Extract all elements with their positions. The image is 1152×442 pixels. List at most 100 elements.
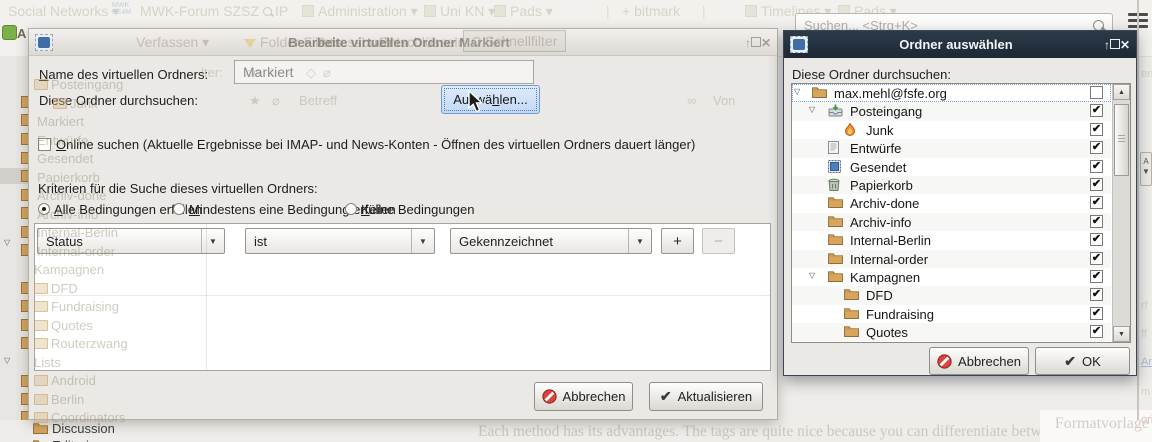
ghost-folder-icon <box>34 375 48 386</box>
checkbox[interactable]: ✔ <box>1090 215 1103 228</box>
choose-folders-button[interactable]: Auswählen... <box>441 85 540 114</box>
radio-any-condition[interactable] <box>173 203 185 215</box>
tree-row[interactable]: ▽Kampagnen✔ <box>792 268 1111 286</box>
chevron-down-icon: ▼ <box>201 229 224 253</box>
bookmark-item[interactable]: MWKPE4M <box>112 2 131 16</box>
edge-text-fragment: An <box>1141 356 1152 368</box>
tree-row[interactable]: Internal-Berlin ✔ <box>792 231 1111 249</box>
tree-row[interactable]: ▽Posteingang✔ <box>792 102 1111 120</box>
update-label: Aktualisieren <box>678 389 752 404</box>
folder-icon <box>844 307 859 319</box>
bookmark-item[interactable]: Social Networks ▾ <box>8 3 119 20</box>
tree-scrollbar[interactable]: ▲ ▼ <box>1112 84 1130 342</box>
checkbox[interactable]: ✔ <box>1090 178 1103 191</box>
maximize-button[interactable] <box>1110 38 1120 52</box>
folder-icon <box>828 270 843 282</box>
checkbox[interactable]: ✔ <box>1090 270 1103 283</box>
online-search-checkbox[interactable] <box>38 138 51 151</box>
folder-icon <box>844 288 859 300</box>
tree-row[interactable]: Gesendet✔ <box>792 158 1111 176</box>
tree-row[interactable]: Entwürfe ✔ <box>792 139 1111 157</box>
checkbox[interactable]: ✔ <box>1090 160 1103 173</box>
checkbox[interactable]: ✔ <box>1090 252 1103 265</box>
bookmark-item[interactable]: MWK-Forum SZSZ <box>140 3 259 19</box>
tree-row-label: Junk <box>866 123 893 138</box>
virtual-folder-name-input[interactable]: Markiert <box>234 60 534 84</box>
checkbox[interactable]: ✔ <box>1090 307 1103 320</box>
scrollbar-thumb[interactable] <box>1114 104 1129 176</box>
edit-virtual-folder-dialog: Bearbeite virtuellen Ordner Markiert ↑✕ … <box>28 28 778 420</box>
checkbox[interactable]: ✔ <box>1090 141 1103 154</box>
expander-icon[interactable]: ▽ <box>809 271 815 280</box>
no-entry-icon <box>542 389 557 404</box>
online-search-label: Online suchen (Aktuelle Ergebnisse bei I… <box>56 137 695 152</box>
tree-row[interactable]: DFD✔ <box>792 286 1111 304</box>
maximize-icon <box>751 37 761 47</box>
ghost-folder-label: Android <box>51 373 96 388</box>
folder-dialog-titlebar[interactable]: Ordner auswählen ↑✕ <box>784 31 1136 58</box>
folder-row-label[interactable]: Discussion <box>52 421 115 436</box>
maximize-button[interactable] <box>751 36 761 50</box>
checkbox[interactable]: ✔ <box>1090 288 1103 301</box>
edge-text-fragment: m <box>1141 386 1150 398</box>
condition-field-select[interactable]: Status ▼ <box>37 228 225 254</box>
folder-row-label[interactable]: Editori <box>52 438 89 442</box>
radio-no-conditions[interactable] <box>345 203 357 215</box>
scroll-up-icon[interactable]: ▲ <box>1113 84 1130 100</box>
bookmark-item[interactable]: Uni KN ▾ <box>424 3 495 20</box>
expander-icon[interactable]: ▽ <box>809 105 815 114</box>
get-messages-label: A <box>17 26 26 41</box>
close-button[interactable]: ✕ <box>761 36 771 50</box>
sent-icon <box>828 160 841 173</box>
edit-dialog-titlebar[interactable]: Bearbeite virtuellen Ordner Markiert ↑✕ <box>29 29 777 56</box>
favicon-icon <box>494 5 506 17</box>
checkbox[interactable]: ✔ <box>1090 104 1103 117</box>
tree-row[interactable]: Quotes ✔ <box>792 323 1111 341</box>
ok-button[interactable]: ✔ OK <box>1035 347 1130 375</box>
bookmark-item[interactable]: Administration ▾ <box>302 3 418 20</box>
checkbox[interactable]: ✔ <box>1090 233 1103 246</box>
update-button[interactable]: ✔ Aktualisieren <box>649 382 763 411</box>
folder-icon <box>33 422 47 433</box>
mouse-cursor <box>468 90 485 113</box>
check-icon: ✔ <box>1064 353 1076 370</box>
cancel-button[interactable]: Abbrechen <box>534 382 633 411</box>
checkbox[interactable]: ✔ <box>1090 325 1103 338</box>
condition-value-select[interactable]: Gekennzeichnet ▼ <box>450 228 652 254</box>
twisty-icon[interactable]: ▽ <box>4 356 10 365</box>
radio-none-label[interactable]: Keine Bedingungen <box>361 202 475 217</box>
expander-icon[interactable]: ▽ <box>794 87 800 96</box>
bookmark-item[interactable]: IP <box>263 3 288 19</box>
checkbox[interactable]: ✔ <box>1090 123 1103 136</box>
radio-all-conditions[interactable] <box>38 203 50 215</box>
folder-icon <box>844 325 859 337</box>
tree-row-label: Internal-Berlin <box>850 233 931 248</box>
tree-row[interactable]: Internal-order✔ <box>792 250 1111 268</box>
cancel-button[interactable]: Abbrechen <box>929 347 1029 375</box>
tree-row-label: Quotes <box>866 325 908 340</box>
bookmark-item[interactable]: + bitmark <box>622 3 680 19</box>
folder-icon <box>828 196 843 208</box>
checkbox[interactable]: ✔ <box>1090 196 1103 209</box>
bookmark-item[interactable]: Pads ▾ <box>494 3 553 20</box>
ghost-folder-icon <box>34 394 48 405</box>
tree-row[interactable]: Papierkorb✔ <box>792 176 1111 194</box>
tree-row-label: Entwürfe <box>850 141 901 156</box>
folder-icon <box>812 86 827 98</box>
condition-operator-select[interactable]: ist ▼ <box>245 228 435 254</box>
check-icon: ✔ <box>660 388 672 405</box>
tree-row[interactable]: Archiv-info✔ <box>792 213 1111 231</box>
column-sort-button[interactable]: A▼ <box>1140 152 1152 186</box>
tree-row[interactable]: Junk ✔ <box>792 121 1111 139</box>
tree-row[interactable]: ▽max.mehl@fsfe.org <box>792 84 1111 102</box>
twisty-icon[interactable]: ▽ <box>4 238 10 247</box>
thunderbird-icon <box>790 36 808 53</box>
checkbox[interactable] <box>1090 86 1103 99</box>
tree-row[interactable]: Fundraising✔ <box>792 305 1111 323</box>
scroll-down-icon[interactable]: ▼ <box>1113 326 1130 342</box>
name-value: Markiert <box>243 64 294 80</box>
close-button[interactable]: ✕ <box>1120 38 1130 52</box>
choose-folders-dialog: Ordner auswählen ↑✕ Diese Ordner durchsu… <box>783 30 1137 376</box>
tree-row[interactable]: Archiv-done✔ <box>792 194 1111 212</box>
add-condition-button[interactable]: + <box>661 228 694 254</box>
